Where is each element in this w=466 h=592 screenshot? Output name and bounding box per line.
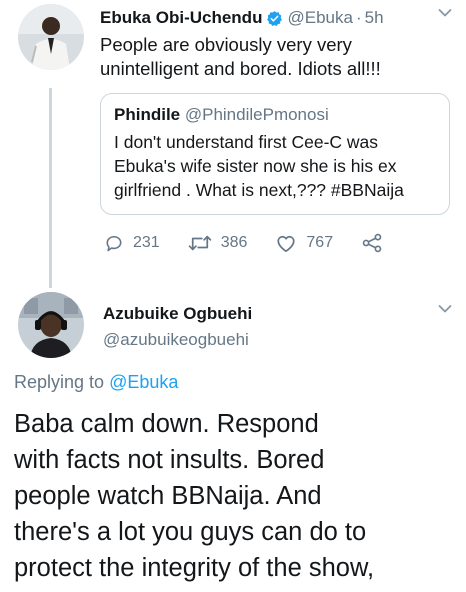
- like-button[interactable]: 767: [275, 233, 333, 253]
- verified-badge-icon: [266, 10, 283, 27]
- replying-to-line: Replying to @Ebuka: [14, 372, 178, 393]
- quoted-tweet-header: Phindile @PhindilePmonosi: [114, 105, 329, 125]
- reply-button[interactable]: 231: [104, 233, 160, 253]
- retweet-button[interactable]: 386: [188, 233, 248, 253]
- retweet-count: 386: [220, 234, 248, 251]
- retweet-icon: [188, 235, 212, 251]
- tweet-text-line: unintelligent and bored. Idiots all!!!: [100, 58, 381, 79]
- reply-author-avatar[interactable]: [18, 292, 84, 358]
- author-name[interactable]: Ebuka Obi-Uchendu: [100, 8, 262, 28]
- quoted-author-name: Phindile: [114, 105, 181, 124]
- tweet-header: Ebuka Obi-Uchendu @Ebuka · 5h: [100, 6, 456, 30]
- tweet-timestamp[interactable]: 5h: [365, 8, 384, 28]
- header-separator: ·: [355, 8, 362, 27]
- quoted-author-handle: @PhindilePmonosi: [184, 105, 329, 124]
- quoted-text-line: Ebuka's wife sister now she is his ex: [114, 156, 397, 176]
- reply-text-line: there's a lot you guys can do to: [14, 518, 367, 546]
- replying-to-label: Replying to: [14, 372, 105, 392]
- share-icon: [362, 233, 382, 253]
- replying-to-mention[interactable]: @Ebuka: [109, 372, 178, 392]
- reply-author-name[interactable]: Azubuike Ogbuehi: [103, 304, 252, 324]
- reply-text-line: Baba calm down. Respond: [14, 410, 319, 438]
- tweet-text: People are obviously very very unintelli…: [100, 33, 450, 81]
- author-avatar[interactable]: [18, 4, 84, 70]
- like-count: 767: [306, 234, 334, 251]
- tweet-action-bar: 231 386 767: [104, 230, 420, 256]
- chevron-down-icon[interactable]: [438, 8, 452, 18]
- quoted-text-line: I don't understand first Cee-C was: [114, 132, 379, 152]
- reply-count: 231: [133, 234, 160, 251]
- reply-icon: [106, 235, 122, 252]
- reply-text: Baba calm down. Respond with facts not i…: [14, 406, 454, 586]
- reply-text-line: people watch BBNaija. And: [14, 482, 322, 510]
- share-button[interactable]: [361, 233, 392, 253]
- author-handle[interactable]: @Ebuka: [287, 8, 352, 28]
- tweet-main[interactable]: Ebuka Obi-Uchendu @Ebuka · 5h People are…: [0, 0, 466, 290]
- tweet-text-line: People are obviously very very: [100, 34, 352, 55]
- heart-icon: [277, 235, 295, 253]
- reply-text-line: protect the integrity of the show,: [14, 554, 375, 582]
- quoted-text-line: girlfriend . What is next,??? #BBNaija: [114, 180, 404, 200]
- quoted-tweet-text: I don't understand first Cee-C was Ebuka…: [114, 130, 444, 202]
- reply-text-line: with facts not insults. Bored: [14, 446, 325, 474]
- reply-author-handle[interactable]: @azubuikeogbuehi: [103, 330, 249, 350]
- chevron-down-icon[interactable]: [438, 304, 452, 314]
- quoted-tweet[interactable]: Phindile @PhindilePmonosi I don't unders…: [100, 93, 450, 215]
